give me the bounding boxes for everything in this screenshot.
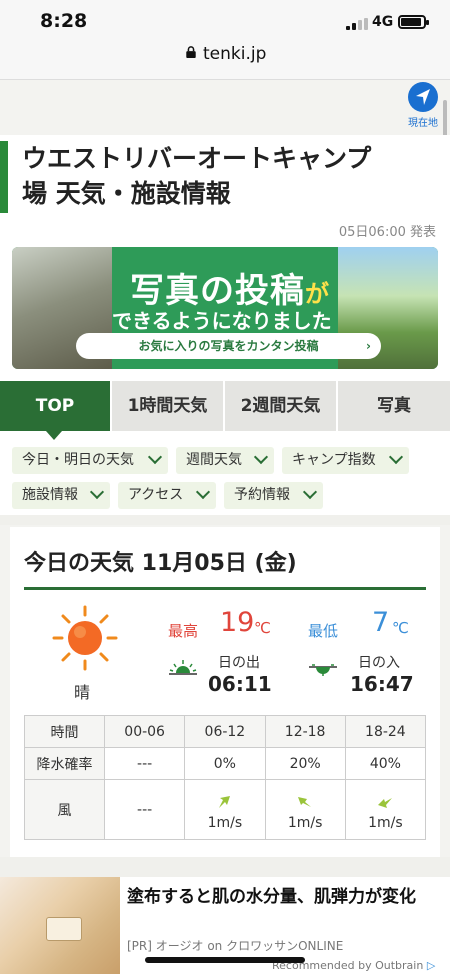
- min-temp-unit: ℃: [392, 619, 409, 637]
- tab-top[interactable]: TOP: [0, 381, 110, 431]
- precip-cell: 40%: [344, 747, 427, 780]
- submenu-camp-index[interactable]: キャンプ指数: [282, 447, 409, 474]
- page-title: ウエストリバーオートキャンプ 場 天気・施設情報: [22, 141, 432, 211]
- chevron-right-icon: ›: [366, 339, 371, 353]
- table-row: 降水確率 --- 0% 20% 40%: [24, 747, 427, 780]
- url-text[interactable]: tenki.jp: [203, 44, 266, 64]
- chevron-down-icon: [302, 484, 318, 500]
- network-label: 4G: [372, 14, 394, 30]
- address-bar[interactable]: tenki.jp: [0, 42, 450, 80]
- wind-cell: 1m/s: [184, 779, 266, 840]
- precip-cell: ---: [103, 747, 186, 780]
- chevron-down-icon: [89, 484, 105, 500]
- outbrain-icon: ▷: [426, 959, 436, 972]
- heading-underline: [24, 587, 426, 590]
- page-title-line2: 場 天気・施設情報: [22, 179, 231, 208]
- submenu-area: 今日・明日の天気 週間天気 キャンプ指数 施設情報 アクセス 予約情報: [0, 441, 450, 515]
- chevron-down-icon: [388, 449, 404, 465]
- sunset-label: 日の入: [358, 655, 400, 671]
- tab-bar: TOP 1時間天気 2週間天気 写真: [0, 381, 450, 431]
- banner-subline: できるようになりました: [112, 309, 332, 333]
- period-cell: 06-12: [184, 715, 266, 748]
- time-header: 時間: [24, 715, 105, 748]
- wind-arrow-icon: [298, 796, 312, 807]
- table-row: 時間 00-06 06-12 12-18 18-24: [24, 715, 427, 748]
- submenu-facility[interactable]: 施設情報: [12, 482, 110, 509]
- submenu-access[interactable]: アクセス: [118, 482, 216, 509]
- precip-cell: 0%: [184, 747, 266, 780]
- chevron-down-icon: [253, 449, 269, 465]
- sunny-icon: [52, 605, 118, 671]
- submenu-today-tomorrow[interactable]: 今日・明日の天気: [12, 447, 168, 474]
- today-weather-card: 今日の天気 11月05日 (金) 晴 最高 19 ℃ 最低 7 ℃ 日の出 06…: [10, 527, 440, 857]
- photo-post-banner[interactable]: 写真の投稿が できるようになりました お気に入りの写真をカンタン投稿 ›: [12, 247, 438, 369]
- table-row: 風 --- 1m/s 1m/s 1m/s: [24, 779, 427, 840]
- period-cell: 18-24: [344, 715, 427, 748]
- max-temp-unit: ℃: [254, 619, 271, 637]
- sunrise-label: 日の出: [218, 655, 260, 671]
- ad-image[interactable]: [0, 877, 120, 974]
- sunrise-icon: [169, 660, 197, 675]
- tab-hourly[interactable]: 1時間天気: [112, 381, 223, 431]
- submenu-reservation[interactable]: 予約情報: [224, 482, 323, 509]
- signal-icon: [346, 18, 368, 30]
- active-tab-pointer: [46, 431, 62, 440]
- tab-photos[interactable]: 写真: [338, 381, 450, 431]
- wind-header: 風: [24, 779, 105, 840]
- status-time: 8:28: [40, 10, 88, 32]
- banner-cta-button[interactable]: お気に入りの写真をカンタン投稿 ›: [76, 333, 381, 359]
- ad-source: [PR] オージオ on クロワッサンONLINE: [127, 939, 344, 953]
- precip-cell: 20%: [264, 747, 346, 780]
- battery-icon: [398, 15, 429, 29]
- wind-arrow-icon: [378, 797, 393, 808]
- current-location-button[interactable]: 現在地: [406, 82, 440, 129]
- max-temp-value: 19: [220, 607, 255, 638]
- precip-header: 降水確率: [24, 747, 105, 780]
- submenu-weekly[interactable]: 週間天気: [176, 447, 274, 474]
- wind-arrow-icon: [218, 795, 230, 808]
- home-indicator[interactable]: [145, 957, 305, 963]
- sunset-time: 16:47: [350, 672, 414, 696]
- tab-2week[interactable]: 2週間天気: [225, 381, 336, 431]
- wind-cell: 1m/s: [264, 779, 346, 840]
- sunrise-time: 06:11: [208, 672, 272, 696]
- forecast-table: 時間 00-06 06-12 12-18 18-24 降水確率 --- 0% 2…: [24, 715, 427, 840]
- period-cell: 12-18: [264, 715, 346, 748]
- issued-time: 05日06:00 発表: [338, 225, 436, 240]
- status-bar: 8:28 4G: [0, 0, 450, 42]
- page-title-line1: ウエストリバーオートキャンプ: [22, 144, 372, 173]
- ad-title[interactable]: 塗布すると肌の水分量、肌弾力が変化: [127, 885, 443, 910]
- weather-heading: 今日の天気 11月05日 (金): [24, 551, 297, 576]
- chevron-down-icon: [195, 484, 211, 500]
- min-temp-value: 7: [372, 607, 390, 638]
- chevron-down-icon: [147, 449, 163, 465]
- wind-cell: ---: [103, 779, 186, 840]
- title-accent: [0, 141, 8, 213]
- page: 8:28 4G tenki.jp 現在地 ウエストリバーオートキャンプ 場 天気…: [0, 0, 450, 974]
- location-arrow-icon: [408, 82, 438, 112]
- wind-cell: 1m/s: [344, 779, 427, 840]
- max-temp-label: 最高: [168, 622, 199, 640]
- current-location-label: 現在地: [408, 118, 438, 129]
- sunset-icon: [309, 664, 337, 676]
- weather-condition: 晴: [74, 683, 91, 702]
- period-cell: 00-06: [103, 715, 186, 748]
- cream-jar-image: [46, 917, 82, 941]
- lock-icon: [186, 46, 196, 58]
- min-temp-label: 最低: [308, 622, 339, 640]
